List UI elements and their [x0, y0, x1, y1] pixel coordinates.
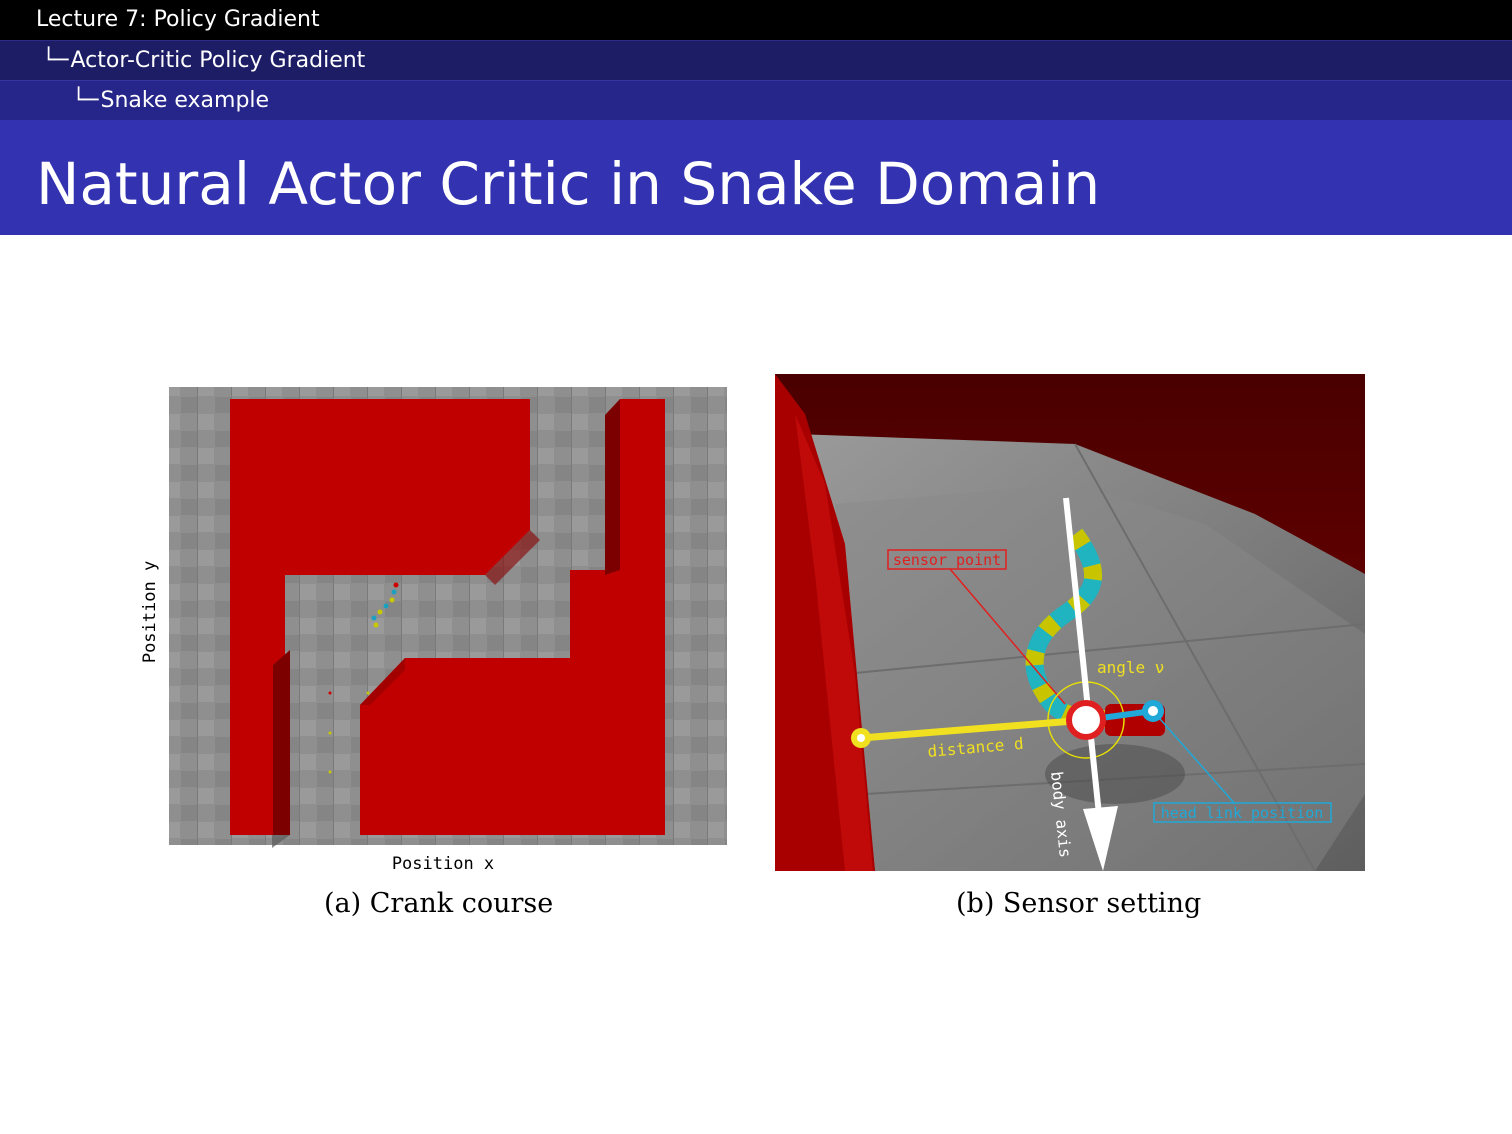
slide-title-bar: Natural Actor Critic in Snake Domain	[0, 120, 1512, 235]
angle-label: angle ν	[1097, 658, 1164, 677]
tree-branch-icon: └─	[42, 48, 69, 73]
head-link-label: head link position	[1161, 804, 1324, 822]
section-title: Actor-Critic Policy Gradient	[70, 48, 366, 73]
lecture-title: Lecture 7: Policy Gradient	[36, 7, 320, 32]
slide-title: Natural Actor Critic in Snake Domain	[36, 150, 1101, 218]
header-subsection: └─Snake example	[0, 80, 1512, 120]
caption-a: (a) Crank course	[324, 888, 554, 919]
body-center-marker	[1066, 700, 1106, 740]
sensor-setting-figure: sensor point angle ν distance d body axi…	[775, 374, 1365, 871]
y-axis-label: Position y	[140, 561, 160, 663]
x-axis-label: Position x	[392, 854, 494, 874]
header-section: └─Actor-Critic Policy Gradient	[0, 40, 1512, 80]
tree-branch-icon: └─	[72, 88, 99, 113]
subsection-title: Snake example	[100, 88, 270, 113]
crank-course-image	[169, 387, 727, 848]
header-lecture: Lecture 7: Policy Gradient	[0, 0, 1512, 40]
caption-b: (b) Sensor setting	[956, 888, 1202, 919]
sensor-scene-image	[775, 374, 1365, 871]
sensor-point-label: sensor point	[893, 551, 1001, 569]
crank-course-figure: Position y Position x	[140, 387, 727, 874]
